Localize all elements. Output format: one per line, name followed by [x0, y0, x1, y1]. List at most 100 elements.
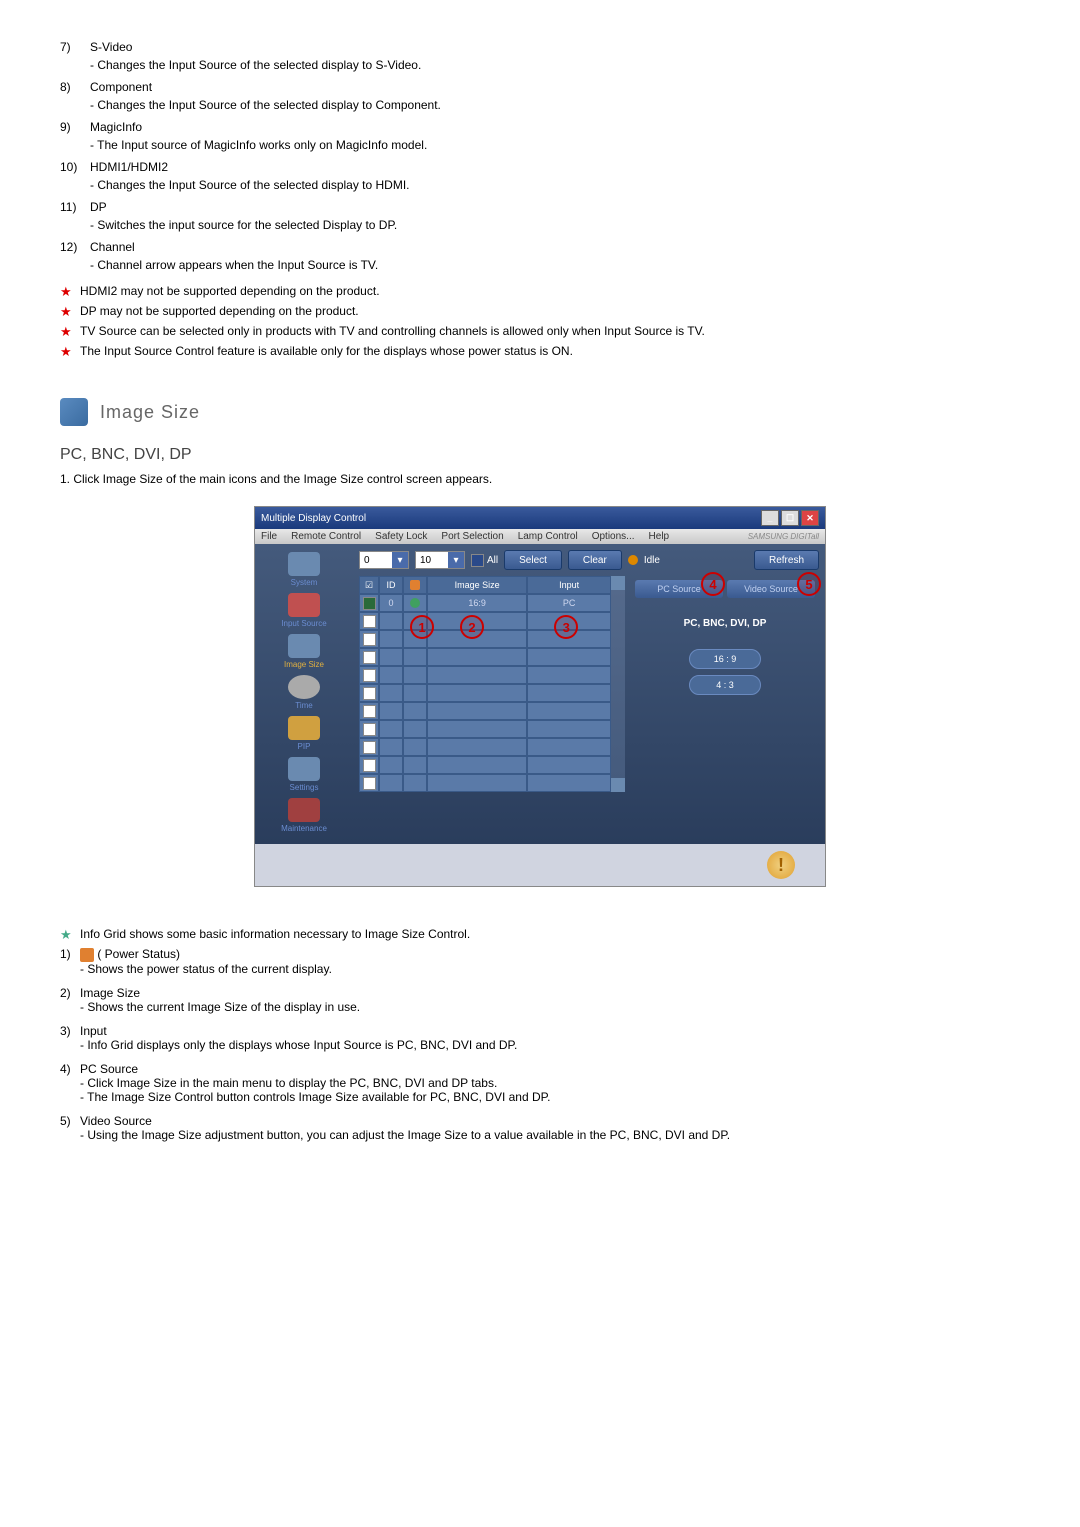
- top-list: 7)S-Video- Changes the Input Source of t…: [60, 40, 1020, 272]
- row-checkbox[interactable]: [359, 594, 379, 612]
- menu-port[interactable]: Port Selection: [441, 531, 503, 542]
- list-title: PC Source: [80, 1062, 138, 1076]
- info-icon: !: [767, 851, 795, 879]
- menu-file[interactable]: File: [261, 531, 277, 542]
- time-icon: [288, 675, 320, 699]
- image-size-icon: [288, 634, 320, 658]
- checkbox-icon: [363, 615, 376, 628]
- checkbox-icon: [363, 597, 376, 610]
- list-desc: - Click Image Size in the main menu to d…: [80, 1076, 880, 1090]
- sidebar-item-settings[interactable]: Settings: [262, 755, 346, 794]
- section-header: Image Size: [60, 398, 1020, 426]
- select-button[interactable]: Select: [504, 550, 562, 570]
- sidebar-item-label: Input Source: [281, 619, 326, 628]
- menu-remote[interactable]: Remote Control: [291, 531, 361, 542]
- all-checkbox[interactable]: All: [471, 554, 498, 567]
- callout-1: 1: [410, 615, 434, 639]
- tab-pc-source[interactable]: PC Source 4: [635, 580, 723, 598]
- star-note: TV Source can be selected only in produc…: [60, 324, 1020, 338]
- checkbox-icon: [363, 777, 376, 790]
- scrollbar[interactable]: [611, 576, 625, 792]
- col-input: Input: [527, 576, 611, 594]
- col-id: ID: [379, 576, 403, 594]
- list-num: 10): [60, 160, 90, 174]
- menu-options[interactable]: Options...: [592, 531, 635, 542]
- app-title: Multiple Display Control: [261, 513, 366, 524]
- checkbox-icon: [363, 687, 376, 700]
- list-title: HDMI1/HDMI2: [90, 160, 168, 174]
- power-icon: [80, 948, 94, 962]
- sidebar: System Input Source Image Size Time PIP …: [255, 544, 353, 844]
- star-note: The Input Source Control feature is avai…: [60, 344, 1020, 358]
- titlebar: Multiple Display Control _ ☐ ✕: [255, 507, 825, 529]
- dropdown-to[interactable]: 10▾: [415, 551, 465, 569]
- list-title: ( Power Status): [97, 947, 180, 961]
- dropdown-from[interactable]: 0▾: [359, 551, 409, 569]
- checkbox-icon: [363, 723, 376, 736]
- checkbox-icon: [363, 669, 376, 682]
- checkbox-icon: [363, 741, 376, 754]
- menubar: File Remote Control Safety Lock Port Sel…: [255, 529, 825, 544]
- sidebar-item-label: PIP: [298, 742, 311, 751]
- section-title: Image Size: [100, 402, 200, 423]
- sidebar-item-image-size[interactable]: Image Size: [262, 632, 346, 671]
- brand-label: SAMSUNG DIGITall: [748, 532, 819, 541]
- subsection-title: PC, BNC, DVI, DP: [60, 446, 1020, 464]
- settings-icon: [288, 757, 320, 781]
- checkbox-icon: [363, 651, 376, 664]
- scroll-down-icon[interactable]: [611, 778, 625, 792]
- refresh-button[interactable]: Refresh: [754, 550, 819, 570]
- minimize-button[interactable]: _: [761, 510, 779, 526]
- scroll-up-icon[interactable]: [611, 576, 625, 590]
- tab-video-source[interactable]: Video Source 5: [727, 580, 815, 598]
- image-size-icon: [60, 398, 88, 426]
- menu-lamp[interactable]: Lamp Control: [518, 531, 578, 542]
- sidebar-item-system[interactable]: System: [262, 550, 346, 589]
- callout-2: 2: [460, 615, 484, 639]
- list-title: MagicInfo: [90, 120, 142, 134]
- maximize-button[interactable]: ☐: [781, 510, 799, 526]
- list-num: 8): [60, 80, 90, 94]
- ratio-4-3-button[interactable]: 4 : 3: [689, 675, 761, 695]
- right-panel-title: PC, BNC, DVI, DP: [635, 618, 815, 629]
- list-num: 3): [60, 1024, 80, 1038]
- pip-icon: [288, 716, 320, 740]
- sidebar-item-label: Settings: [290, 783, 319, 792]
- col-image-size: Image Size: [427, 576, 527, 594]
- clear-button[interactable]: Clear: [568, 550, 622, 570]
- input-source-icon: [288, 593, 320, 617]
- list-desc: - Switches the input source for the sele…: [90, 218, 890, 232]
- col-check: ☑: [359, 576, 379, 594]
- list-desc: - Using the Image Size adjustment button…: [80, 1128, 880, 1142]
- checkbox-icon: [363, 759, 376, 772]
- list-num: 7): [60, 40, 90, 54]
- chevron-down-icon: ▾: [448, 552, 464, 568]
- list-desc: - Info Grid displays only the displays w…: [80, 1038, 880, 1052]
- chevron-down-icon: ▾: [392, 552, 408, 568]
- checkbox-icon: [363, 633, 376, 646]
- list-desc: - Channel arrow appears when the Input S…: [90, 258, 890, 272]
- idle-indicator-icon: [628, 555, 638, 565]
- star-note: DP may not be supported depending on the…: [60, 304, 1020, 318]
- sidebar-item-time[interactable]: Time: [262, 673, 346, 712]
- sidebar-item-pip[interactable]: PIP: [262, 714, 346, 753]
- system-icon: [288, 552, 320, 576]
- ratio-16-9-button[interactable]: 16 : 9: [689, 649, 761, 669]
- sidebar-item-maintenance[interactable]: Maintenance: [262, 796, 346, 835]
- close-button[interactable]: ✕: [801, 510, 819, 526]
- app-window: Multiple Display Control _ ☐ ✕ File Remo…: [254, 506, 826, 887]
- list-desc: - Shows the power status of the current …: [80, 962, 880, 976]
- menu-help[interactable]: Help: [649, 531, 670, 542]
- sidebar-item-label: Image Size: [284, 660, 324, 669]
- list-num: 9): [60, 120, 90, 134]
- list-num: 5): [60, 1114, 80, 1128]
- menu-safety[interactable]: Safety Lock: [375, 531, 427, 542]
- sidebar-item-label: Time: [295, 701, 312, 710]
- power-icon: [410, 580, 420, 590]
- list-desc: - Changes the Input Source of the select…: [90, 58, 890, 72]
- sidebar-item-label: Maintenance: [281, 824, 327, 833]
- list-title: Channel: [90, 240, 135, 254]
- sidebar-item-input[interactable]: Input Source: [262, 591, 346, 630]
- list-desc: - The Image Size Control button controls…: [80, 1090, 880, 1104]
- table-row[interactable]: 0 1 16:9 2 PC 3: [359, 594, 611, 612]
